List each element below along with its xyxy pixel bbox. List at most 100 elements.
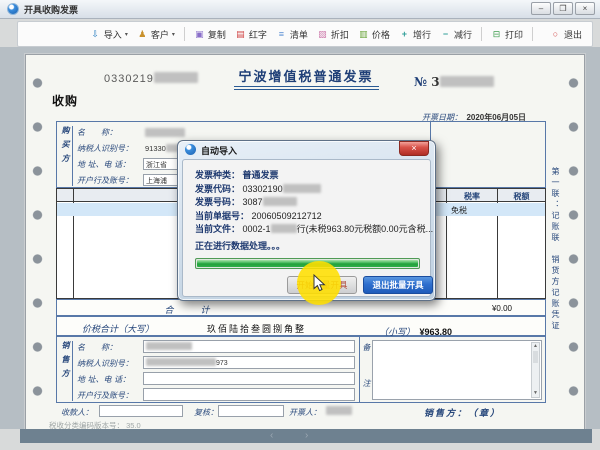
nav-right-icon: › bbox=[305, 430, 308, 441]
toolbar-button-price[interactable]: ▥ 价格 bbox=[358, 28, 390, 41]
toolbar-button-list[interactable]: ≡ 清单 bbox=[276, 28, 308, 41]
toolbar-button-label: 导入 bbox=[104, 28, 122, 41]
amount-words-value: 玖佰陆拾叁圆捌角整 bbox=[207, 322, 306, 335]
toolbar-button-label: 折扣 bbox=[331, 28, 349, 41]
title-double-underline bbox=[234, 86, 379, 90]
chevron-down-icon: ▾ bbox=[125, 31, 128, 38]
window-title: 开具收购发票 bbox=[24, 3, 78, 16]
toolbar-button-discount[interactable]: ▧ 折扣 bbox=[317, 28, 349, 41]
toolbar-button-customer[interactable]: ♟ 客户 ▾ bbox=[137, 28, 175, 41]
drawer-label: 开票人： bbox=[289, 407, 321, 418]
seller-side-label: 销售方 bbox=[59, 341, 73, 401]
toolbar-separator bbox=[481, 27, 482, 41]
seller-address-input[interactable] bbox=[143, 372, 355, 385]
dialog-title: 自动导入 bbox=[201, 144, 237, 157]
chevron-down-icon: ▾ bbox=[172, 31, 175, 38]
buyer-side-label: 购买方 bbox=[59, 126, 73, 186]
close-button[interactable]: × bbox=[575, 2, 595, 15]
toolbar-button-label: 红字 bbox=[249, 28, 267, 41]
tax-rate-header-cell: 税率 bbox=[447, 191, 497, 202]
document-number-row: 当前单据号： 20060509212712 bbox=[195, 209, 430, 223]
toolbar-button-exit[interactable]: ○ 退出 bbox=[550, 28, 582, 41]
cursor-icon bbox=[313, 274, 327, 293]
import-icon: ⇩ bbox=[90, 29, 101, 40]
doc-type-label: 收购 bbox=[52, 92, 78, 109]
red-letter-icon: ▤ bbox=[235, 29, 246, 40]
invoice-number-row: 发票号码： 3087 bbox=[195, 195, 430, 209]
status-text: 正在进行数据处理。。。 bbox=[195, 239, 430, 252]
scrollbar-thumb[interactable] bbox=[533, 351, 538, 363]
tax-rate-value: 免税 bbox=[451, 205, 467, 216]
seller-taxid-input[interactable]: 973 bbox=[143, 356, 355, 369]
toolbar-button-label: 增行 bbox=[413, 28, 431, 41]
field-label: 当前单据号： bbox=[195, 211, 249, 221]
toolbar-button-label: 客户 bbox=[151, 28, 169, 41]
seller-bank-input[interactable] bbox=[143, 388, 355, 401]
field-label: 发票种类： bbox=[195, 170, 240, 180]
buyer-address-label: 地 址、电 话： bbox=[77, 159, 130, 170]
price-icon: ▥ bbox=[358, 29, 369, 40]
exit-batch-button[interactable]: 退出批量开具 bbox=[363, 276, 433, 294]
toolbar-button-add-row[interactable]: + 增行 bbox=[399, 28, 431, 41]
app-icon bbox=[7, 3, 19, 15]
number-symbol: № bbox=[414, 75, 427, 89]
buyer-taxid-label: 纳税人识别号： bbox=[77, 143, 133, 154]
nav-left-icon: ‹ bbox=[270, 430, 273, 441]
invoice-number-prefix: 3 bbox=[431, 75, 439, 89]
toolbar-button-red-letter[interactable]: ▤ 红字 bbox=[235, 28, 267, 41]
seller-box-divider bbox=[359, 337, 360, 402]
seller-name-label: 名 称： bbox=[77, 342, 117, 353]
toolbar-button-print[interactable]: ⊟ 打印 bbox=[491, 28, 523, 41]
remove-row-icon: − bbox=[440, 29, 451, 39]
list-icon: ≡ bbox=[276, 29, 287, 39]
remarks-box[interactable]: ▲ ▼ bbox=[372, 340, 542, 400]
field-label: 发票号码： bbox=[195, 197, 240, 207]
redacted-value bbox=[146, 358, 216, 366]
payee-input[interactable] bbox=[99, 405, 183, 417]
toolbar-button-label: 打印 bbox=[505, 28, 523, 41]
remarks-side-label: 备注 bbox=[361, 343, 372, 397]
field-value: 0002-1 bbox=[243, 224, 271, 234]
copy-icon: ▣ bbox=[194, 29, 205, 40]
printer-icon: ⊟ bbox=[491, 29, 502, 40]
buyer-taxid-prefix: 91330 bbox=[145, 144, 166, 153]
scroll-up-icon[interactable]: ▲ bbox=[532, 343, 539, 350]
invoice-code: 0330219 bbox=[104, 72, 198, 85]
field-value: 3087 bbox=[243, 197, 263, 207]
invoice-code-row: 发票代码： 03302190 bbox=[195, 182, 430, 196]
total-row: 合 计 ¥0.00 bbox=[56, 299, 546, 316]
minimize-button[interactable]: – bbox=[531, 2, 551, 15]
amount-words-label: 价税合计（大写） bbox=[82, 322, 154, 335]
buyer-bank-label: 开户行及账号： bbox=[77, 175, 133, 186]
redacted-value bbox=[154, 72, 198, 83]
seller-bank-label: 开户行及账号： bbox=[77, 390, 133, 401]
maximize-button[interactable]: ❐ bbox=[553, 2, 573, 15]
drawer-value bbox=[326, 406, 352, 415]
field-value-suffix: 行(未税963.80元税额0.00元含税... bbox=[297, 224, 434, 234]
toolbar-button-label: 退出 bbox=[564, 28, 582, 41]
buyer-name-value bbox=[145, 128, 185, 137]
toolbar-button-remove-row[interactable]: − 减行 bbox=[440, 28, 472, 41]
app-window: 开具收购发票 – ❐ × ⇩ 导入 ▾ ♟ 客户 ▾ ▣ 复制 ▤ 红字 ≡ 清 bbox=[0, 0, 600, 450]
redacted-value bbox=[283, 184, 321, 193]
seller-name-input[interactable] bbox=[143, 340, 355, 353]
payee-label: 收款人： bbox=[61, 407, 93, 418]
seller-seal-label: 销售方：（章） bbox=[424, 406, 501, 419]
current-file-row: 当前文件： 0002-1行(未税963.80元税额0.00元含税... bbox=[195, 222, 430, 236]
scroll-down-icon[interactable]: ▼ bbox=[532, 390, 539, 397]
toolbar-button-copy[interactable]: ▣ 复制 bbox=[194, 28, 226, 41]
remarks-scrollbar[interactable]: ▲ ▼ bbox=[531, 342, 540, 398]
dialog-close-button[interactable]: × bbox=[399, 141, 429, 156]
redacted-value bbox=[263, 197, 297, 206]
total-amount: ¥0.00 bbox=[452, 304, 512, 313]
discount-icon: ▧ bbox=[317, 29, 328, 40]
toolbar-button-import[interactable]: ⇩ 导入 ▾ bbox=[90, 28, 128, 41]
seller-address-label: 地 址、电 话： bbox=[77, 374, 130, 385]
reviewer-input[interactable] bbox=[218, 405, 284, 417]
stub-copy-label: 第一联：记账联 销货方记账凭证 bbox=[550, 167, 561, 399]
field-label: 当前文件： bbox=[195, 224, 240, 234]
perforation-dots-right bbox=[567, 61, 580, 425]
toolbar-separator bbox=[532, 27, 533, 41]
footer-band: ‹ › bbox=[20, 429, 592, 443]
title-bar: 开具收购发票 – ❐ × bbox=[0, 0, 600, 19]
